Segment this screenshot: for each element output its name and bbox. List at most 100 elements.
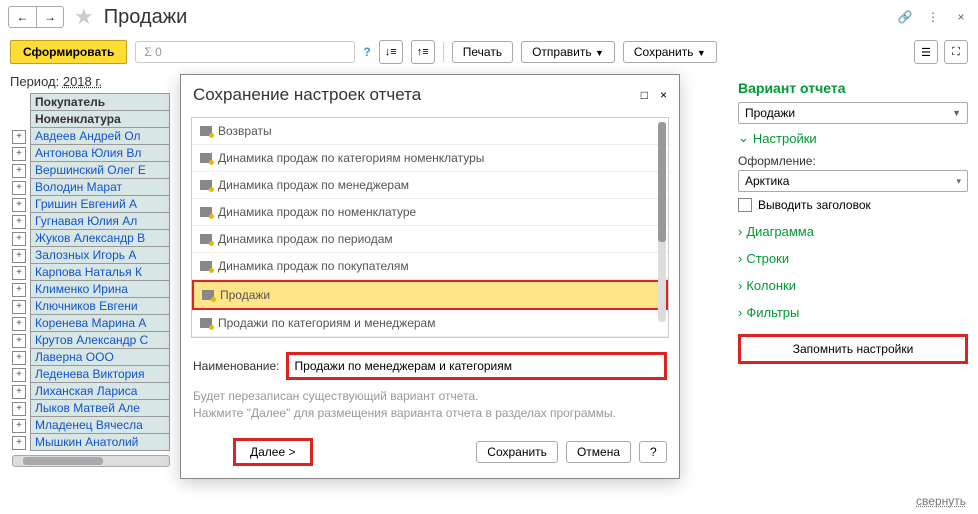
expand-icon[interactable]: + [12,419,26,433]
grid-cell[interactable]: Коренева Марина А [30,315,170,332]
report-variant-item[interactable]: Продажи по категориям и менеджерам [192,310,668,337]
close-icon[interactable]: × [952,8,970,26]
grid-cell[interactable]: Крутов Александр С [30,332,170,349]
table-row[interactable]: + Карпова Наталья К [12,264,170,281]
period-value[interactable]: 2018 г. [63,74,102,89]
help-icon[interactable]: ? [363,45,370,59]
expand-icon[interactable]: + [12,283,26,297]
table-row[interactable]: + Авдеев Андрей Ол [12,128,170,145]
table-row[interactable]: + Гугнавая Юлия Ал [12,213,170,230]
table-row[interactable]: + Младенец Вячесла [12,417,170,434]
dialog-close-icon[interactable]: × [660,88,667,102]
expand-icon[interactable]: + [12,300,26,314]
table-row[interactable]: + Коренева Марина А [12,315,170,332]
report-variant-item[interactable]: Продажи [192,280,668,310]
fullscreen-icon[interactable]: ⛶ [944,40,968,64]
grid-cell[interactable]: Залозных Игорь А [30,247,170,264]
settings-section[interactable]: ⌄Настройки [738,124,968,152]
expand-icon[interactable]: + [12,147,26,161]
report-variant-item[interactable]: Динамика продаж по покупателям [192,253,668,280]
expand-icon[interactable]: + [12,368,26,382]
rows-section[interactable]: ›Строки [738,245,968,272]
grid-cell[interactable]: Володин Марат [30,179,170,196]
print-button[interactable]: Печать [452,41,513,63]
expand-icon[interactable]: + [12,164,26,178]
report-variant-item[interactable]: Динамика продаж по категориям номенклату… [192,145,668,172]
expand-icon[interactable]: + [12,266,26,280]
table-row[interactable]: + Жуков Александр В [12,230,170,247]
grid-cell[interactable]: Лыков Матвей Але [30,400,170,417]
table-row[interactable]: + Лаверна ООО [12,349,170,366]
cols-section[interactable]: ›Колонки [738,272,968,299]
table-row[interactable]: + Лыков Матвей Але [12,400,170,417]
grid-cell[interactable]: Гугнавая Юлия Ал [30,213,170,230]
table-row[interactable]: + Леденева Виктория [12,366,170,383]
expand-icon[interactable]: + [12,198,26,212]
grid-cell[interactable]: Младенец Вячесла [30,417,170,434]
next-button[interactable]: Далее > [233,438,313,466]
show-header-checkbox[interactable] [738,198,752,212]
report-variant-item[interactable]: Динамика продаж по периодам [192,226,668,253]
remember-settings-button[interactable]: Запомнить настройки [738,334,968,364]
grid-cell[interactable]: Леденева Виктория [30,366,170,383]
expand-icon[interactable]: + [12,334,26,348]
table-row[interactable]: + Ключников Евгени [12,298,170,315]
collapse-link[interactable]: свернуть [916,494,966,508]
name-input[interactable] [286,352,667,380]
table-row[interactable]: + Антонова Юлия Вл [12,145,170,162]
table-row[interactable]: + Лиханская Лариса [12,383,170,400]
report-variant-item[interactable]: Возвраты [192,118,668,145]
grid-cell[interactable]: Антонова Юлия Вл [30,145,170,162]
sort-desc-button[interactable]: ↑≡ [411,40,435,64]
table-row[interactable]: + Клименко Ирина [12,281,170,298]
grid-cell[interactable]: Вершинский Олег Е [30,162,170,179]
diagram-section[interactable]: ›Диаграмма [738,218,968,245]
grid-cell[interactable]: Мышкин Анатолий [30,434,170,451]
dialog-help-button[interactable]: ? [639,441,667,463]
table-row[interactable]: + Володин Марат [12,179,170,196]
horizontal-scrollbar[interactable] [12,455,170,467]
table-row[interactable]: + Вершинский Олег Е [12,162,170,179]
expand-icon[interactable]: + [12,436,26,450]
sum-box[interactable]: Σ 0 [135,41,355,63]
dialog-cancel-button[interactable]: Отмена [566,441,631,463]
layout-icon[interactable]: ☰ [914,40,938,64]
expand-icon[interactable]: + [12,402,26,416]
grid-cell[interactable]: Гришин Евгений А [30,196,170,213]
table-row[interactable]: + Гришин Евгений А [12,196,170,213]
grid-cell[interactable]: Авдеев Андрей Ол [30,128,170,145]
design-select[interactable]: Арктика▾ [738,170,968,192]
expand-icon[interactable]: + [12,385,26,399]
variant-select[interactable]: Продажи▼ [738,102,968,124]
dialog-maximize-icon[interactable]: □ [641,88,648,102]
expand-icon[interactable]: + [12,130,26,144]
table-row[interactable]: + Крутов Александр С [12,332,170,349]
nav-forward-button[interactable]: → [36,6,64,28]
nav-back-button[interactable]: ← [8,6,36,28]
filters-section[interactable]: ›Фильтры [738,299,968,326]
dialog-save-button[interactable]: Сохранить [476,441,558,463]
grid-cell[interactable]: Ключников Евгени [30,298,170,315]
dialog-vertical-scrollbar[interactable] [658,122,666,322]
expand-icon[interactable]: + [12,181,26,195]
grid-cell[interactable]: Лиханская Лариса [30,383,170,400]
generate-button[interactable]: Сформировать [10,40,127,64]
favorite-star-icon[interactable]: ★ [74,4,94,30]
link-icon[interactable]: 🔗 [896,8,914,26]
sort-asc-button[interactable]: ↓≡ [379,40,403,64]
grid-cell[interactable]: Карпова Наталья К [30,264,170,281]
expand-icon[interactable]: + [12,351,26,365]
expand-icon[interactable]: + [12,215,26,229]
expand-icon[interactable]: + [12,232,26,246]
save-button[interactable]: Сохранить ▼ [623,41,717,63]
grid-cell[interactable]: Лаверна ООО [30,349,170,366]
table-row[interactable]: + Залозных Игорь А [12,247,170,264]
grid-cell[interactable]: Клименко Ирина [30,281,170,298]
report-variant-item[interactable]: Динамика продаж по менеджерам [192,172,668,199]
grid-cell[interactable]: Жуков Александр В [30,230,170,247]
expand-icon[interactable]: + [12,249,26,263]
table-row[interactable]: + Мышкин Анатолий [12,434,170,451]
send-button[interactable]: Отправить ▼ [521,41,615,63]
expand-icon[interactable]: + [12,317,26,331]
report-variant-item[interactable]: Динамика продаж по номенклатуре [192,199,668,226]
